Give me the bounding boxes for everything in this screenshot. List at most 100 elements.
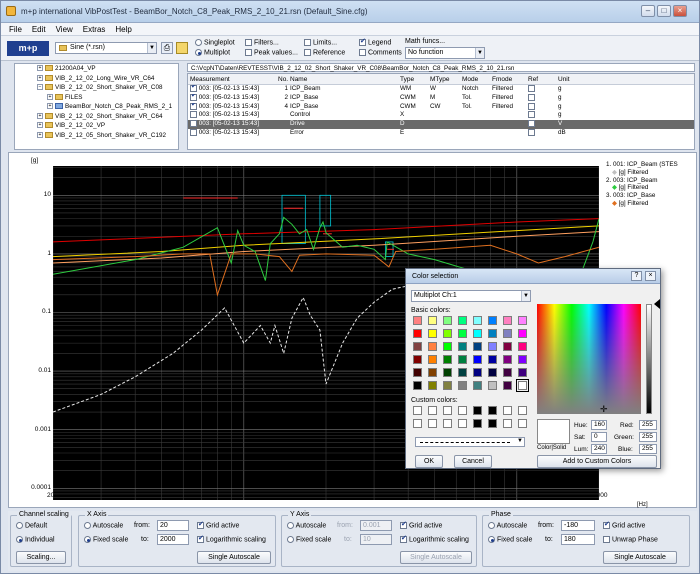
- expand-icon[interactable]: +: [47, 103, 53, 110]
- legend-entry[interactable]: 2. 003: ICP_Beam: [606, 177, 678, 185]
- tree-item[interactable]: + VIB_2_12_02_Short_Shaker_VR_C64: [15, 112, 178, 122]
- tree-item[interactable]: + VIB_2_12_02_VP: [15, 121, 178, 131]
- basic-color-swatch[interactable]: [413, 355, 422, 364]
- expand-icon[interactable]: +: [37, 122, 43, 129]
- export-icon[interactable]: [176, 42, 188, 54]
- basic-color-swatch[interactable]: [518, 342, 527, 351]
- unwrap-phase-checkbox[interactable]: [603, 536, 610, 543]
- basic-color-swatch[interactable]: [516, 379, 529, 392]
- basic-color-swatch[interactable]: [503, 368, 512, 377]
- basic-color-swatch[interactable]: [443, 329, 452, 338]
- menu-file[interactable]: File: [9, 23, 22, 36]
- peak-values-label[interactable]: Peak values...: [254, 49, 298, 56]
- expand-icon[interactable]: +: [47, 93, 53, 100]
- add-custom-colors-button[interactable]: Add to Custom Colors: [537, 455, 657, 468]
- dialog-close-icon[interactable]: ×: [645, 271, 656, 281]
- x-log-checkbox[interactable]: [197, 534, 204, 543]
- y-to-input[interactable]: 10: [360, 534, 392, 545]
- expand-icon[interactable]: +: [37, 74, 43, 81]
- column-header[interactable]: Ref: [526, 74, 556, 84]
- custom-color-swatch[interactable]: [443, 419, 452, 428]
- blue-field[interactable]: 255: [639, 444, 657, 454]
- file-type-select[interactable]: Sine (*.rsn) ▼: [55, 42, 157, 54]
- custom-color-swatch[interactable]: [473, 406, 482, 415]
- column-header[interactable]: Measurement: [188, 74, 276, 84]
- limits-label[interactable]: Limits...: [313, 39, 337, 46]
- basic-color-swatch[interactable]: [473, 316, 482, 325]
- tree-item[interactable]: + VIB_2_12_05_Short_Shaker_VR_C192: [15, 131, 178, 141]
- basic-color-swatch[interactable]: [518, 355, 527, 364]
- basic-color-swatch[interactable]: [473, 368, 482, 377]
- row-checkbox[interactable]: [190, 128, 197, 136]
- basic-color-swatch[interactable]: [428, 342, 437, 351]
- ref-checkbox[interactable]: [528, 120, 535, 128]
- basic-color-swatch[interactable]: [413, 329, 422, 338]
- hue-field[interactable]: 160: [591, 420, 607, 430]
- expand-icon[interactable]: −: [37, 84, 43, 91]
- basic-color-swatch[interactable]: [428, 368, 437, 377]
- basic-color-swatch[interactable]: [443, 316, 452, 325]
- filters-checkbox[interactable]: [245, 39, 252, 46]
- table-row[interactable]: 003: [05-02-13 15:43] 1ICP_Beam WM W Notch Fi…: [188, 85, 694, 94]
- basic-color-swatch[interactable]: [488, 381, 497, 390]
- singleplot-radio[interactable]: [195, 39, 202, 46]
- basic-color-swatch[interactable]: [458, 342, 467, 351]
- x-autoscale-radio[interactable]: [84, 522, 91, 529]
- basic-color-swatch[interactable]: [443, 355, 452, 364]
- table-row[interactable]: 003: [05-02-13 15:43] Drive D V: [188, 120, 694, 129]
- phase-to-input[interactable]: 180: [561, 534, 595, 545]
- x-grid-checkbox[interactable]: [197, 520, 204, 529]
- basic-color-swatch[interactable]: [443, 381, 452, 390]
- basic-color-swatch[interactable]: [428, 381, 437, 390]
- green-field[interactable]: 255: [639, 432, 657, 442]
- ref-checkbox[interactable]: [528, 102, 535, 110]
- y-log-checkbox[interactable]: [400, 534, 407, 543]
- menu-edit[interactable]: Edit: [32, 23, 46, 36]
- column-header[interactable]: Unit: [556, 74, 584, 84]
- channel-select[interactable]: Multiplot Ch:1 ▼: [411, 290, 531, 302]
- basic-color-swatch[interactable]: [413, 368, 422, 377]
- basic-color-swatch[interactable]: [503, 329, 512, 338]
- scaling-button[interactable]: Scaling...: [16, 551, 66, 564]
- luminance-arrow-icon[interactable]: [654, 299, 660, 309]
- basic-color-swatch[interactable]: [518, 316, 527, 325]
- column-header[interactable]: Fmode: [490, 74, 526, 84]
- legend-checkbox[interactable]: [359, 37, 366, 46]
- limits-checkbox[interactable]: [304, 39, 311, 46]
- custom-color-swatch[interactable]: [428, 406, 437, 415]
- basic-color-swatch[interactable]: [488, 368, 497, 377]
- ref-checkbox[interactable]: [528, 111, 535, 119]
- custom-color-swatch[interactable]: [413, 419, 422, 428]
- y-single-autoscale-button[interactable]: Single Autoscale: [400, 551, 472, 564]
- basic-color-swatch[interactable]: [413, 316, 422, 325]
- phase-fixedscale-radio[interactable]: [488, 536, 495, 543]
- x-to-input[interactable]: 2000: [157, 534, 189, 545]
- filters-label[interactable]: Filters...: [254, 39, 279, 46]
- ref-checkbox[interactable]: [528, 128, 535, 136]
- cancel-button[interactable]: Cancel: [454, 455, 492, 468]
- basic-color-swatch[interactable]: [428, 355, 437, 364]
- basic-color-swatch[interactable]: [458, 329, 467, 338]
- basic-color-swatch[interactable]: [473, 381, 482, 390]
- basic-color-swatch[interactable]: [473, 355, 482, 364]
- ok-button[interactable]: OK: [415, 455, 443, 468]
- basic-color-swatch[interactable]: [428, 329, 437, 338]
- table-row[interactable]: 003: [05-02-13 15:43] 4ICP_Base CWM CW Tol. F…: [188, 102, 694, 112]
- tree-item[interactable]: − VIB_2_12_02_Short_Shaker_VR_C08: [15, 83, 178, 93]
- peak-values-checkbox[interactable]: [245, 49, 252, 56]
- legend-entry[interactable]: 1. 001: ICP_Beam (STES: [606, 161, 678, 169]
- phase-single-autoscale-button[interactable]: Single Autoscale: [603, 551, 677, 564]
- phase-grid-checkbox[interactable]: [603, 520, 610, 529]
- basic-color-swatch[interactable]: [428, 316, 437, 325]
- column-header[interactable]: MType: [428, 74, 460, 84]
- multiplot-radio[interactable]: [195, 49, 202, 56]
- custom-color-swatch[interactable]: [458, 406, 467, 415]
- column-header[interactable]: No.: [276, 74, 288, 84]
- custom-color-swatch[interactable]: [503, 419, 512, 428]
- tree-item[interactable]: + FILES: [15, 93, 178, 103]
- expand-icon[interactable]: +: [37, 112, 43, 119]
- basic-color-swatch[interactable]: [458, 368, 467, 377]
- custom-color-swatch[interactable]: [518, 419, 527, 428]
- basic-color-swatch[interactable]: [488, 329, 497, 338]
- color-spectrum[interactable]: ✛: [537, 304, 641, 414]
